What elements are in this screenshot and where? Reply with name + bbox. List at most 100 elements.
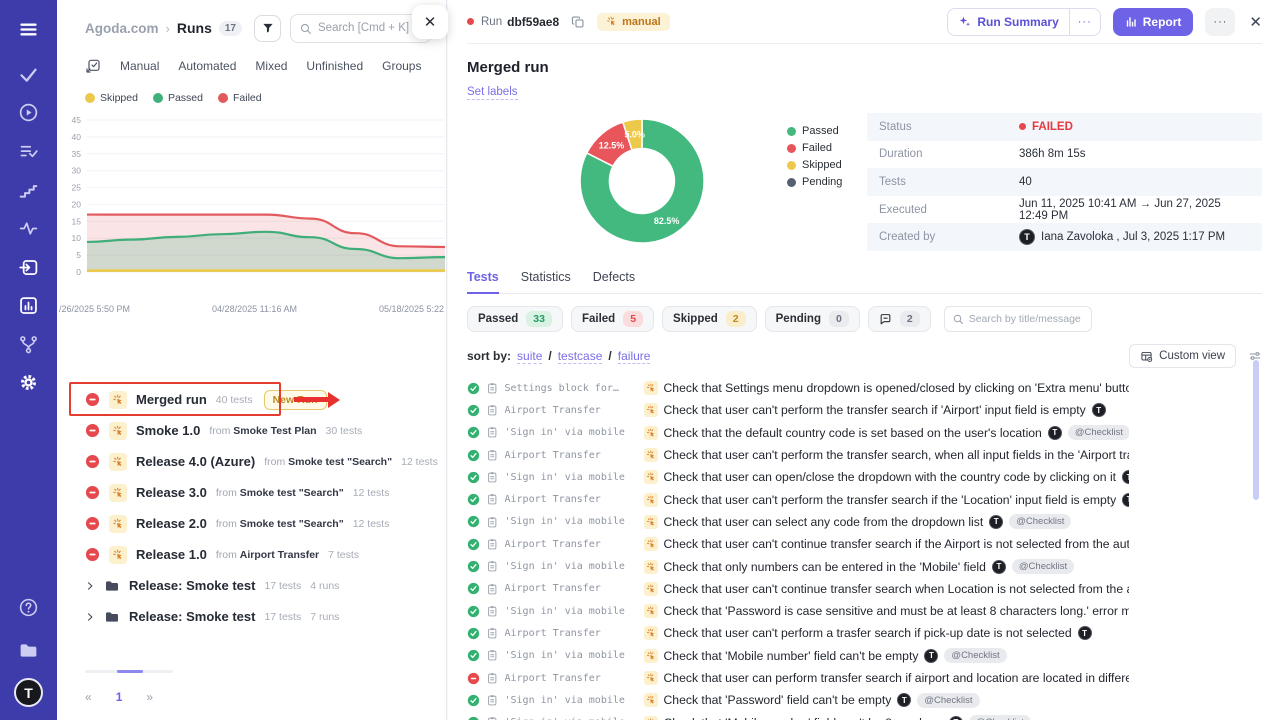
run-detail-panel: Run dbf59ae8 manual Run Summary ··· Repo… — [448, 0, 1280, 720]
test-result-row[interactable]: Airport Transfer Check that user can per… — [467, 667, 1129, 689]
assignee-avatar: T — [1048, 426, 1062, 440]
run-list-item[interactable]: Release 1.0 from Airport Transfer 7 test… — [57, 539, 446, 570]
breadcrumb-separator: › — [166, 21, 170, 36]
chevron-right-icon[interactable] — [85, 581, 95, 591]
test-result-row[interactable]: 'Sign in' via mobile Check that 'Passwor… — [467, 689, 1129, 711]
sidebar-folder-icon[interactable] — [0, 640, 57, 661]
donut-legend-pending[interactable]: Pending — [787, 176, 842, 188]
runs-tab-automated[interactable]: Automated — [178, 59, 236, 73]
tab-tests[interactable]: Tests — [467, 270, 499, 294]
breadcrumb-project[interactable]: Agoda.com — [85, 21, 159, 36]
copy-icon[interactable] — [571, 15, 585, 29]
results-donut-chart: 82.5%12.5%5.0% — [567, 106, 717, 256]
run-list-item[interactable]: Release 2.0 from Smoke test "Search" 12 … — [57, 508, 446, 539]
info-value: FAILED — [1019, 121, 1073, 133]
test-result-row[interactable]: 'Sign in' via mobile Check that 'Passwor… — [467, 600, 1129, 622]
legend-item-skipped[interactable]: Skipped — [85, 92, 138, 104]
tab-defects[interactable]: Defects — [593, 270, 635, 293]
info-label: Created by — [879, 231, 1019, 243]
test-result-row[interactable]: 'Sign in' via mobile Check that user can… — [467, 466, 1129, 488]
runs-tab-unfinished[interactable]: Unfinished — [306, 59, 363, 73]
sidebar-check-icon[interactable] — [0, 64, 57, 85]
select-all-icon[interactable] — [85, 58, 101, 74]
sort-by-suite[interactable]: suite — [517, 349, 542, 364]
sidebar-steps-icon[interactable] — [0, 180, 57, 201]
run-list-item[interactable]: Release 3.0 from Smoke test "Search" 12 … — [57, 477, 446, 508]
assignee-avatar: T — [924, 649, 938, 663]
run-list-item[interactable]: Release 4.0 (Azure) from Smoke test "Sea… — [57, 446, 446, 477]
close-detail-button[interactable]: ✕ — [1249, 13, 1262, 31]
runs-search-input[interactable] — [318, 22, 423, 34]
test-suite-name: 'Sign in' via mobile — [505, 427, 638, 438]
horizontal-scrollbar-thumb[interactable] — [117, 670, 143, 673]
vertical-scrollbar-thumb[interactable] — [1253, 360, 1259, 500]
run-summary-button[interactable]: Run Summary — [948, 9, 1068, 35]
test-result-row[interactable]: Airport Transfer Check that user can't c… — [467, 578, 1129, 600]
filter-chip-pending[interactable]: Pending 0 — [765, 306, 860, 332]
sidebar-play-circle-icon[interactable] — [0, 102, 57, 123]
user-avatar[interactable]: T — [14, 678, 43, 707]
donut-legend-passed[interactable]: Passed — [787, 125, 842, 137]
manual-test-icon — [644, 515, 658, 529]
legend-item-failed[interactable]: Failed — [218, 92, 262, 104]
donut-legend-failed[interactable]: Failed — [787, 142, 842, 154]
pagination-prev-button[interactable]: « — [85, 690, 92, 704]
sort-by-testcase[interactable]: testcase — [558, 349, 603, 364]
run-list-item[interactable]: Smoke 1.0 from Smoke Test Plan 30 tests — [57, 415, 446, 446]
tab-statistics[interactable]: Statistics — [521, 270, 571, 293]
manual-run-icon — [109, 546, 127, 564]
sidebar-menu-icon[interactable] — [0, 19, 57, 40]
chevron-right-icon[interactable] — [85, 612, 95, 622]
runs-tab-groups[interactable]: Groups — [382, 59, 421, 73]
test-result-row[interactable]: 'Sign in' via mobile Check that the defa… — [467, 422, 1129, 444]
test-result-row[interactable]: Airport Transfer Check that user can't p… — [467, 444, 1129, 466]
custom-view-button[interactable]: Custom view — [1129, 344, 1236, 368]
sidebar-gear-icon[interactable] — [0, 372, 57, 393]
run-list-item[interactable]: Merged run 40 tests New Run — [57, 384, 446, 415]
test-result-row[interactable]: Settings block for… Check that Settings … — [467, 377, 1129, 399]
sidebar-branch-icon[interactable] — [0, 334, 57, 355]
run-summary-more-button[interactable]: ··· — [1069, 9, 1100, 35]
sidebar-activity-icon[interactable] — [0, 218, 57, 239]
test-results-list: Settings block for… Check that Settings … — [467, 377, 1129, 720]
test-result-row[interactable]: 'Sign in' via mobile Check that 'Mobile … — [467, 711, 1129, 720]
set-labels-link[interactable]: Set labels — [467, 86, 518, 100]
more-actions-button[interactable]: ··· — [1205, 8, 1235, 36]
report-button[interactable]: Report — [1113, 8, 1194, 36]
run-name: Release 3.0 — [136, 485, 207, 500]
sidebar-bar-chart-icon[interactable] — [0, 295, 57, 316]
test-result-row[interactable]: 'Sign in' via mobile Check that 'Mobile … — [467, 645, 1129, 667]
info-row: Executed Jun 11, 2025 10:41 AM → Jun 27,… — [867, 196, 1262, 224]
passed-status-icon — [467, 426, 480, 439]
legend-dot — [787, 178, 796, 187]
run-group-item[interactable]: Release: Smoke test 17 tests 4 runs — [57, 570, 446, 601]
filter-chip-skipped[interactable]: Skipped 2 — [662, 306, 757, 332]
tests-search-input[interactable] — [969, 313, 1084, 325]
sort-links: suite/testcase/failure — [517, 347, 650, 365]
test-result-row[interactable]: Airport Transfer Check that user can't p… — [467, 622, 1129, 644]
pagination-page-1[interactable]: 1 — [116, 690, 123, 704]
runs-tab-mixed[interactable]: Mixed — [255, 59, 287, 73]
filter-button[interactable] — [254, 15, 281, 42]
pagination-next-button[interactable]: » — [146, 690, 153, 704]
donut-legend-skipped[interactable]: Skipped — [787, 159, 842, 171]
test-result-row[interactable]: 'Sign in' via mobile Check that only num… — [467, 555, 1129, 577]
test-result-row[interactable]: Airport Transfer Check that user can't p… — [467, 399, 1129, 421]
runs-tab-manual[interactable]: Manual — [120, 59, 159, 73]
test-result-row[interactable]: 'Sign in' via mobile Check that user can… — [467, 511, 1129, 533]
group-runs-count: 7 runs — [310, 611, 339, 623]
filter-chip-passed[interactable]: Passed 33 — [467, 306, 563, 332]
filter-chip-failed[interactable]: Failed 5 — [571, 306, 654, 332]
sidebar-sign-in-icon[interactable] — [0, 257, 57, 278]
sort-by-failure[interactable]: failure — [618, 349, 651, 364]
run-group-item[interactable]: Release: Smoke test 17 tests 7 runs — [57, 601, 446, 632]
close-panel-button[interactable]: ✕ — [412, 5, 448, 39]
test-result-row[interactable]: Airport Transfer Check that user can't c… — [467, 533, 1129, 555]
sidebar-help-icon[interactable] — [0, 597, 57, 618]
group-name: Release: Smoke test — [129, 609, 255, 624]
app-root: T Agoda.com › Runs 17 ✕ ManualAutomatedM… — [0, 0, 1280, 720]
sidebar-list-check-icon[interactable] — [0, 141, 57, 162]
test-result-row[interactable]: Airport Transfer Check that user can't p… — [467, 488, 1129, 510]
filter-chip-comments[interactable]: 2 — [868, 306, 931, 332]
legend-item-passed[interactable]: Passed — [153, 92, 203, 104]
